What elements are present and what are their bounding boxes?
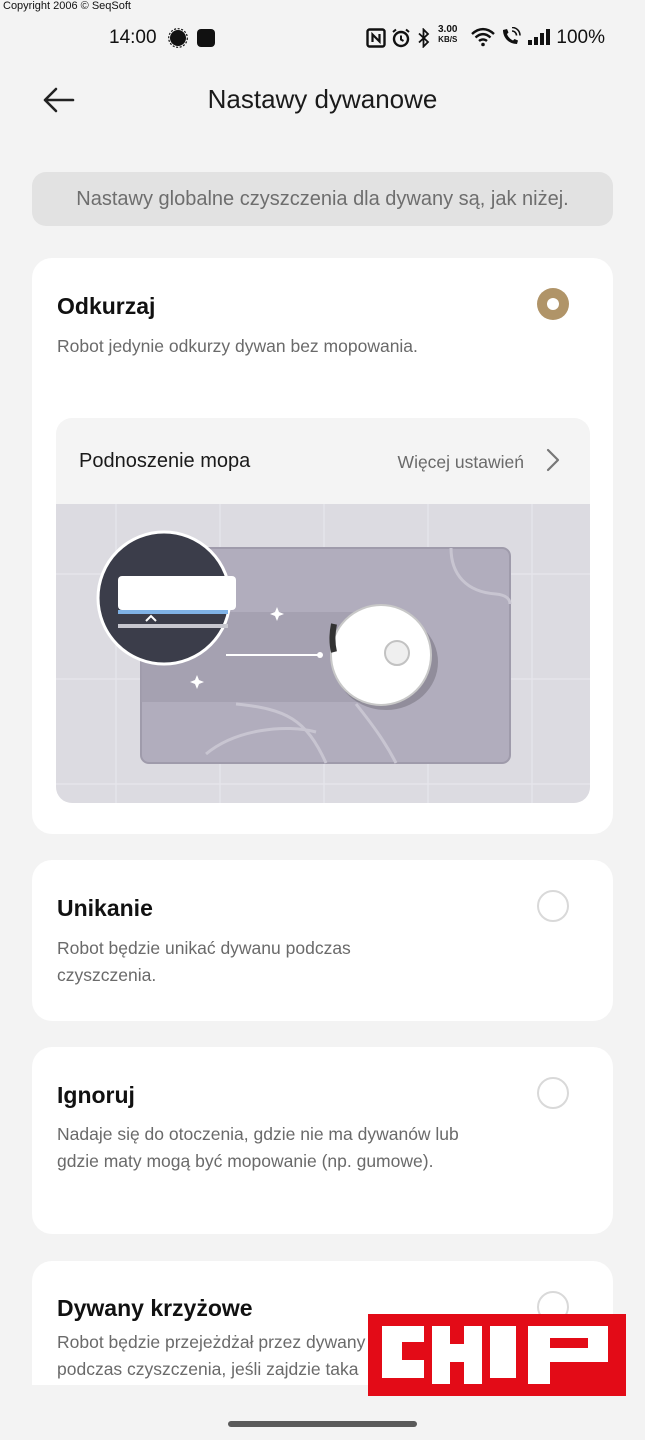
cellular-signal-icon [528,29,550,45]
radio-button[interactable] [537,890,569,922]
option-title: Unikanie [57,895,153,921]
app-square-icon [197,29,215,47]
network-speed: 3.00 KB/S [438,24,458,45]
app-header: Nastawy dywanowe [0,70,645,130]
bluetooth-icon [418,28,430,48]
radio-button-selected[interactable] [537,288,569,320]
home-indicator[interactable] [228,1421,417,1427]
copyright-watermark: Copyright 2006 © SeqSoft [3,0,131,12]
nfc-icon [366,28,386,48]
info-banner: Nastawy globalne czyszczenia dla dywany … [32,172,613,226]
chip-wordmark [382,1326,608,1384]
mop-lift-label: Podnoszenie mopa [79,450,251,472]
option-description: Robot jedynie odkurzy dywan bez mopowani… [57,336,418,356]
wifi-call-icon [503,27,521,44]
option-description: Nadaje się do otoczenia, gdzie nie ma dy… [57,1124,459,1171]
option-card-vacuum[interactable]: Odkurzaj Robot jedynie odkurzy dywan bez… [32,258,613,834]
option-description: Robot będzie przejeżdżał przez dywany po… [57,1332,366,1379]
alarm-icon [392,28,410,48]
more-settings-link[interactable]: Więcej ustawień [398,452,524,473]
option-description: Robot będzie unikać dywanu podczas czysz… [57,938,351,985]
status-time: 14:00 [109,27,157,48]
mop-lift-panel: Podnoszenie mopa Więcej ustawień [56,418,590,803]
chevron-right-icon[interactable] [546,448,560,472]
option-card-ignore[interactable]: Ignoruj Nadaje się do otoczenia, gdzie n… [32,1047,613,1234]
wifi-icon [471,27,495,47]
signal-app-icon [168,28,188,48]
mop-lift-illustration [56,504,590,803]
option-title: Dywany krzyżowe [57,1295,253,1321]
chip-logo [368,1314,626,1396]
option-title: Odkurzaj [57,293,156,319]
status-bar: 14:00 3.00 KB/S 100% [0,22,645,54]
page-title: Nastawy dywanowe [207,84,438,114]
radio-button[interactable] [537,1077,569,1109]
option-card-avoid[interactable]: Unikanie Robot będzie unikać dywanu podc… [32,860,613,1021]
battery-level: 100% [556,27,605,48]
option-title: Ignoruj [57,1082,135,1108]
